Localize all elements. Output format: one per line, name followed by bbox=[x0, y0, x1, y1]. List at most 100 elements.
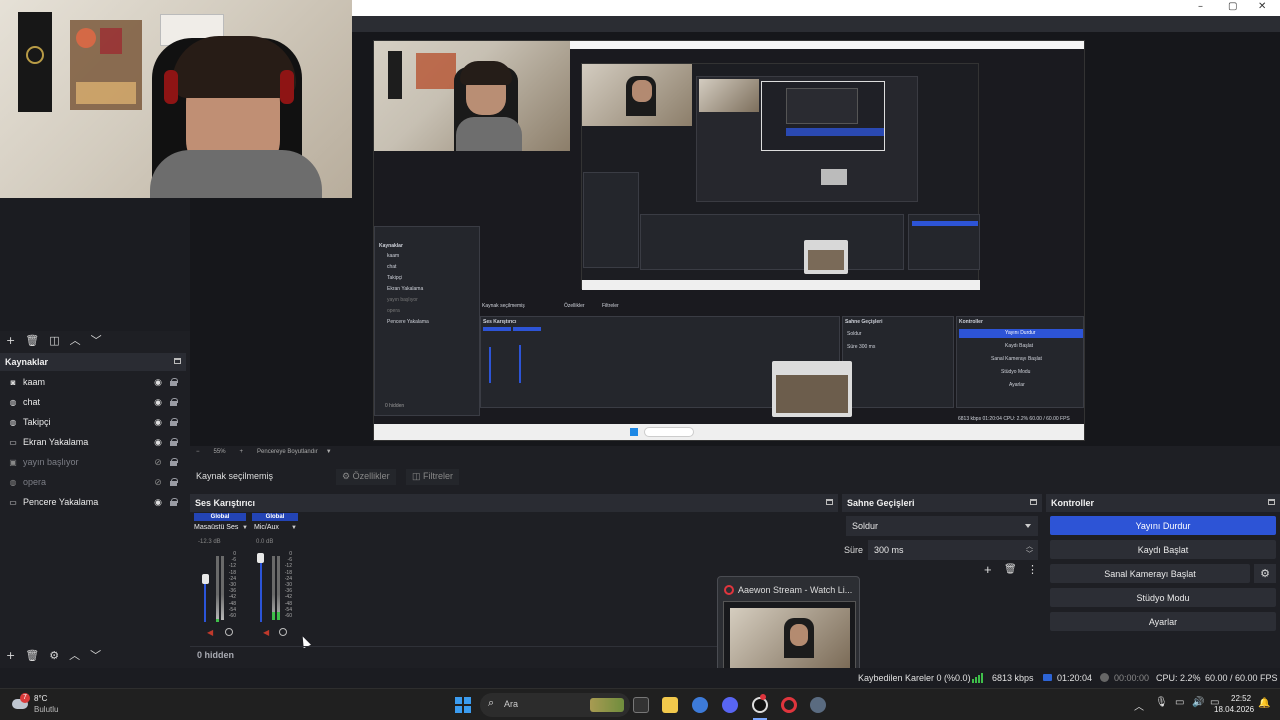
source-item-opera[interactable]: ◍ opera ⊘ bbox=[0, 472, 186, 492]
chevron-down-icon[interactable]: ▼ bbox=[326, 449, 332, 459]
source-settings-gear-icon[interactable]: ⚙ bbox=[49, 649, 59, 662]
weather-widget[interactable]: 7 bbox=[10, 693, 34, 717]
clock-time[interactable]: 22:52 bbox=[1231, 694, 1251, 703]
add-transition-button[interactable]: + bbox=[984, 562, 992, 577]
stop-stream-button[interactable]: Yayını Durdur bbox=[1050, 516, 1276, 535]
move-down-button[interactable]: ﹀ bbox=[90, 647, 101, 663]
source-item-pencere-yakalama[interactable]: ▭ Pencere Yakalama ◉ bbox=[0, 492, 186, 512]
visibility-eye-icon[interactable]: ◉ bbox=[152, 497, 164, 508]
opera-icon bbox=[724, 585, 734, 595]
source-item-kaam[interactable]: ◙ kaam ◉ bbox=[0, 372, 186, 392]
microphone-icon[interactable]: 🎙 bbox=[1155, 697, 1168, 708]
windows-start-icon[interactable] bbox=[455, 697, 471, 713]
chevron-down-icon[interactable]: ▼ bbox=[291, 525, 297, 531]
add-source-button[interactable]: + bbox=[6, 649, 15, 662]
undock-icon[interactable] bbox=[174, 358, 181, 364]
steam-icon[interactable] bbox=[810, 697, 826, 713]
volume-icon[interactable]: 🔊 bbox=[1192, 697, 1204, 708]
filters-button[interactable]: ◫ Filtreler bbox=[406, 469, 460, 485]
lock-icon[interactable] bbox=[168, 378, 178, 386]
hidden-count[interactable]: 0 hidden bbox=[197, 650, 234, 660]
obs-icon[interactable] bbox=[752, 697, 768, 713]
source-item-chat[interactable]: ◍ chat ◉ bbox=[0, 392, 186, 412]
remove-transition-button[interactable]: 🗑 bbox=[1004, 564, 1017, 575]
lock-icon[interactable] bbox=[168, 438, 178, 446]
hidden-eye-icon[interactable]: ⊘ bbox=[152, 457, 164, 468]
undock-icon[interactable] bbox=[826, 499, 833, 505]
canvas-mixer-title: Ses Karıştırıcı bbox=[483, 319, 517, 325]
lock-icon[interactable] bbox=[168, 418, 178, 426]
scale-tick: -60 bbox=[284, 613, 292, 620]
remove-source-button[interactable]: 🗑 bbox=[25, 649, 39, 662]
zoom-in-button[interactable]: + bbox=[240, 449, 244, 459]
opera-browser-icon[interactable] bbox=[781, 697, 797, 713]
source-item-ekran-yakalama[interactable]: ▭ Ekran Yakalama ◉ bbox=[0, 432, 186, 452]
visibility-eye-icon[interactable]: ◉ bbox=[152, 417, 164, 428]
move-up-button[interactable]: ︿ bbox=[69, 647, 80, 663]
properties-button[interactable]: ⚙ Özellikler bbox=[336, 469, 396, 485]
volume-fader-track[interactable] bbox=[260, 554, 262, 622]
lock-icon[interactable] bbox=[168, 498, 178, 506]
mute-speaker-icon[interactable]: ◀ bbox=[207, 628, 213, 637]
start-recording-button[interactable]: Kaydı Başlat bbox=[1050, 540, 1276, 559]
tray-chevron-up-icon[interactable]: ︿ bbox=[1134, 698, 1144, 713]
undock-icon[interactable] bbox=[1030, 499, 1037, 505]
settings-app-icon[interactable] bbox=[692, 697, 708, 713]
add-scene-button[interactable]: + bbox=[6, 334, 15, 347]
maximize-button[interactable]: ▢ bbox=[1228, 1, 1237, 12]
bitrate: 6813 kbps bbox=[992, 673, 1034, 683]
taskbar-thumbnail-popup[interactable]: Aaewon Stream - Watch Li... bbox=[717, 576, 860, 678]
network-icon[interactable]: ▭ bbox=[1175, 697, 1184, 708]
start-virtual-camera-button[interactable]: Sanal Kamerayı Başlat bbox=[1050, 564, 1250, 583]
duration-spinbox[interactable]: 300 ms ︿ ﹀ bbox=[868, 540, 1038, 560]
minimize-button[interactable]: – bbox=[1198, 1, 1203, 12]
taskbar-search[interactable]: ⌕ Ara bbox=[480, 693, 630, 717]
visibility-eye-icon[interactable]: ◉ bbox=[152, 397, 164, 408]
nested-obs-bar bbox=[786, 128, 884, 136]
source-item-yayin-basliyor[interactable]: ▣ yayın başlıyor ⊘ bbox=[0, 452, 186, 472]
settings-button[interactable]: Ayarlar bbox=[1050, 612, 1276, 631]
more-options-icon[interactable]: ⋮ bbox=[1027, 563, 1038, 576]
lock-icon[interactable] bbox=[168, 478, 178, 486]
zoom-out-button[interactable]: − bbox=[196, 449, 200, 459]
duration-value: 300 ms bbox=[874, 545, 904, 555]
discord-icon[interactable] bbox=[722, 697, 738, 713]
chevron-down-icon[interactable]: ▼ bbox=[242, 525, 248, 531]
remove-scene-button[interactable]: 🗑 bbox=[25, 334, 39, 347]
close-button[interactable]: ✕ bbox=[1258, 1, 1266, 12]
scene-transitions-panel: Sahne Geçişleri Soldur Süre 300 ms ︿ ﹀ +… bbox=[842, 494, 1042, 664]
channel-global-tag: Global bbox=[194, 513, 246, 521]
visibility-eye-icon[interactable]: ◉ bbox=[152, 377, 164, 388]
nested-popup-image bbox=[808, 250, 844, 270]
scene-filters-button[interactable]: ◫ bbox=[49, 334, 59, 347]
scale-tick: -60 bbox=[228, 613, 236, 620]
studio-mode-button[interactable]: Stüdyo Modu bbox=[1050, 588, 1276, 607]
transition-select[interactable]: Soldur bbox=[846, 516, 1038, 536]
volume-fader-knob[interactable] bbox=[202, 574, 209, 584]
notification-dot bbox=[760, 694, 766, 700]
channel-settings-icon[interactable] bbox=[279, 628, 287, 636]
lock-icon[interactable] bbox=[168, 458, 178, 466]
clock-date[interactable]: 18.04.2026 bbox=[1214, 705, 1254, 714]
hidden-eye-icon[interactable]: ⊘ bbox=[152, 477, 164, 488]
channel-settings-icon[interactable] bbox=[225, 628, 233, 636]
nested-obs bbox=[696, 76, 918, 202]
task-view-icon[interactable] bbox=[633, 697, 649, 713]
volume-fader-knob[interactable] bbox=[257, 553, 264, 563]
source-item-takipci[interactable]: ◍ Takipçi ◉ bbox=[0, 412, 186, 432]
mute-speaker-icon[interactable]: ◀ bbox=[263, 628, 269, 637]
canvas-sources-panel: Kaynaklar kaam chat Takipçi Ekran Yakala… bbox=[374, 226, 480, 416]
preview-canvas[interactable]: Kaynaklar kaam chat Takipçi Ekran Yakala… bbox=[373, 40, 1085, 441]
undock-icon[interactable] bbox=[1268, 499, 1275, 505]
move-up-button[interactable]: ︿ bbox=[70, 332, 81, 348]
virtual-camera-settings-gear-icon[interactable]: ⚙ bbox=[1254, 564, 1276, 583]
headset-left bbox=[164, 70, 178, 104]
fps: 60.00 / 60.00 FPS bbox=[1205, 673, 1278, 683]
move-down-button[interactable]: ﹀ bbox=[91, 332, 102, 348]
file-explorer-icon[interactable] bbox=[662, 697, 678, 713]
visibility-eye-icon[interactable]: ◉ bbox=[152, 437, 164, 448]
fit-window-dropdown[interactable]: Pencereye Boyutlandır bbox=[257, 449, 318, 459]
notification-bell-icon[interactable]: 🔔 bbox=[1258, 698, 1270, 709]
lock-icon[interactable] bbox=[168, 398, 178, 406]
spin-down-icon[interactable]: ﹀ bbox=[1026, 549, 1033, 559]
